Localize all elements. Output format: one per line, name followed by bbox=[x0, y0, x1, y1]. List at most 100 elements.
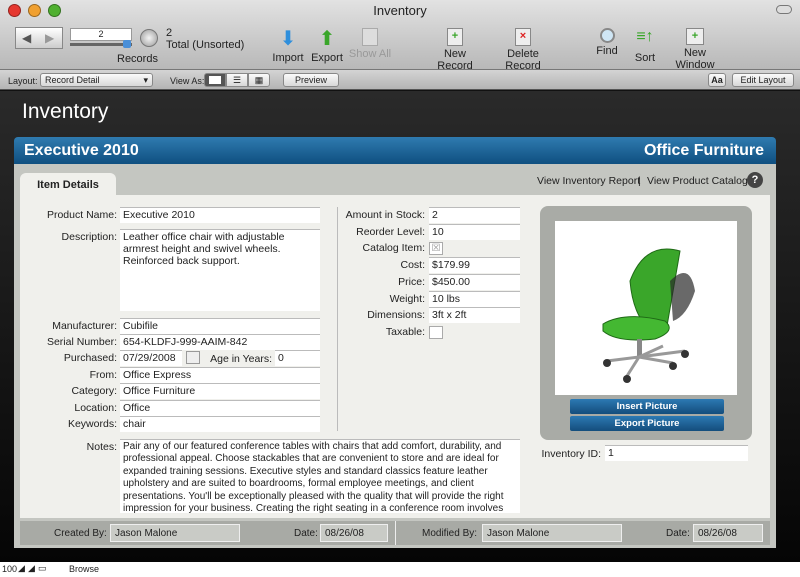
form-view-icon bbox=[209, 76, 221, 84]
new-record-icon: + bbox=[447, 28, 463, 46]
inventory-id-label: Inventory ID: bbox=[541, 448, 601, 460]
view-as-list-button[interactable]: ☰ bbox=[226, 73, 248, 87]
modified-by-label: Modified By: bbox=[422, 528, 478, 539]
status-bar: 100 ◢ ◢ ▭ Browse bbox=[0, 562, 800, 577]
category-field[interactable]: Office Furniture bbox=[120, 383, 320, 399]
mode-indicator: Browse bbox=[69, 564, 100, 574]
cost-label: Cost: bbox=[400, 259, 425, 272]
age-in-years-label: Age in Years: bbox=[210, 353, 272, 365]
new-window-label: New Window bbox=[675, 47, 715, 71]
dimensions-field[interactable]: 3ft x 2ft bbox=[429, 307, 520, 324]
preview-button[interactable]: Preview bbox=[283, 73, 339, 87]
serial-number-field[interactable]: 654-KLDFJ-999-AAIM-842 bbox=[120, 334, 320, 350]
previous-record-icon[interactable]: ◀ bbox=[22, 31, 31, 45]
product-name-field[interactable]: Executive 2010 bbox=[120, 207, 320, 223]
new-window-button[interactable]: + New Window bbox=[664, 28, 726, 71]
view-inventory-report-link[interactable]: View Inventory Report bbox=[537, 175, 640, 187]
calendar-icon[interactable] bbox=[186, 351, 200, 364]
new-record-button[interactable]: + New Record bbox=[426, 28, 484, 72]
product-picture[interactable] bbox=[555, 221, 737, 395]
view-product-catalog-link[interactable]: View Product Catalog bbox=[647, 175, 748, 187]
sort-icon: ≡↑ bbox=[636, 28, 654, 45]
dropdown-arrow-icon: ▾ bbox=[143, 75, 148, 85]
modified-date-field: 08/26/08 bbox=[693, 524, 763, 542]
catalog-item-checkbox[interactable]: ☒ bbox=[429, 242, 443, 256]
delete-record-button[interactable]: × Delete Record bbox=[490, 28, 556, 72]
slider-thumb[interactable] bbox=[123, 40, 131, 48]
reorder-level-field[interactable]: 10 bbox=[429, 223, 520, 240]
total-unsorted: Total (Unsorted) bbox=[166, 39, 245, 51]
category-label: Category: bbox=[71, 385, 117, 397]
import-arrow-icon: ⬇ bbox=[279, 28, 297, 50]
sort-button[interactable]: ≡↑ Sort bbox=[632, 28, 658, 64]
location-field[interactable]: Office bbox=[120, 400, 320, 416]
layout-label: Layout: bbox=[8, 76, 38, 86]
show-all-button[interactable]: Show All bbox=[348, 28, 392, 60]
toggle-status-toolbar-icon[interactable]: ▭ bbox=[38, 563, 47, 574]
created-by-label: Created By: bbox=[54, 528, 107, 539]
view-as-form-button[interactable] bbox=[204, 73, 226, 87]
inventory-id-field[interactable]: 1 bbox=[605, 445, 748, 461]
layout-bar: Layout: Record Detail ▾ View As: ☰ ▦ Prev… bbox=[0, 70, 800, 90]
dimensions-label: Dimensions: bbox=[367, 309, 425, 322]
manufacturer-field[interactable]: Cubifile bbox=[120, 318, 320, 334]
export-label: Export bbox=[311, 52, 343, 64]
product-heading: Executive 2010 bbox=[24, 142, 139, 159]
show-all-label: Show All bbox=[348, 48, 392, 60]
new-window-icon: + bbox=[686, 28, 704, 45]
footer-divider bbox=[395, 521, 396, 545]
toolbar-toggle-button[interactable] bbox=[776, 5, 792, 14]
zoom-level[interactable]: 100 bbox=[2, 564, 17, 574]
link-separator: | bbox=[638, 175, 641, 187]
text-formatting-button[interactable]: Aa bbox=[708, 73, 726, 87]
next-record-icon[interactable]: ▶ bbox=[45, 31, 54, 45]
window-title: Inventory bbox=[373, 3, 427, 18]
from-field[interactable]: Office Express bbox=[120, 367, 320, 383]
modified-by-field: Jason Malone bbox=[482, 524, 622, 542]
help-button[interactable]: ? bbox=[747, 172, 763, 188]
record-book-navigator[interactable]: ◀ ▶ bbox=[15, 27, 63, 49]
export-button[interactable]: ⬆ Export bbox=[309, 28, 345, 64]
delete-record-icon: × bbox=[515, 28, 531, 46]
sort-label: Sort bbox=[634, 52, 656, 64]
amount-in-stock-field[interactable]: 2 bbox=[429, 207, 520, 223]
insert-picture-button[interactable]: Insert Picture bbox=[570, 399, 724, 414]
magnifier-icon bbox=[599, 28, 615, 43]
import-button[interactable]: ⬇ Import bbox=[270, 28, 306, 64]
edit-layout-button[interactable]: Edit Layout bbox=[732, 73, 794, 87]
tab-item-details[interactable]: Item Details bbox=[20, 173, 116, 196]
purchased-label: Purchased: bbox=[63, 352, 117, 364]
weight-field[interactable]: 10 lbs bbox=[429, 290, 520, 307]
zoom-in-icon[interactable]: ◢ bbox=[28, 563, 35, 574]
view-as-label: View As: bbox=[170, 76, 205, 86]
view-as-table-button[interactable]: ▦ bbox=[248, 73, 270, 87]
purchased-field[interactable]: 07/29/2008 bbox=[120, 350, 182, 366]
list-view-icon: ☰ bbox=[232, 75, 242, 85]
notes-field[interactable]: Pair any of our featured conference tabl… bbox=[120, 439, 520, 513]
amount-in-stock-label: Amount in Stock: bbox=[345, 209, 425, 221]
price-field[interactable]: $450.00 bbox=[429, 273, 520, 290]
cost-field[interactable]: $179.99 bbox=[429, 257, 520, 274]
record-header: Executive 2010 Office Furniture bbox=[14, 137, 776, 164]
description-field[interactable]: Leather office chair with adjustable arm… bbox=[120, 229, 320, 311]
age-in-years-field[interactable]: 0 bbox=[275, 350, 320, 366]
serial-number-label: Serial Number: bbox=[46, 336, 117, 348]
created-date-label: Date: bbox=[294, 528, 318, 539]
record-footer: Created By: Jason Malone Date: 08/26/08 … bbox=[20, 521, 770, 545]
records-label: Records bbox=[117, 53, 158, 65]
reorder-level-label: Reorder Level: bbox=[356, 225, 425, 238]
taxable-checkbox[interactable] bbox=[429, 325, 443, 339]
record-number-input[interactable]: 2 bbox=[70, 28, 132, 41]
delete-record-label: Delete Record bbox=[505, 48, 541, 72]
notes-label: Notes: bbox=[86, 441, 117, 453]
zoom-out-icon[interactable]: ◢ bbox=[18, 563, 25, 574]
window-titlebar: Inventory ◀ ▶ 2 2 Total (Unsorted) Recor… bbox=[0, 0, 800, 72]
find-button[interactable]: Find bbox=[594, 28, 620, 57]
manufacturer-label: Manufacturer: bbox=[52, 320, 117, 332]
export-picture-button[interactable]: Export Picture bbox=[570, 416, 724, 431]
layout-select[interactable]: Record Detail ▾ bbox=[40, 73, 153, 87]
created-by-field: Jason Malone bbox=[110, 524, 240, 542]
import-label: Import bbox=[272, 52, 304, 64]
keywords-field[interactable]: chair bbox=[120, 416, 320, 432]
price-label: Price: bbox=[398, 275, 425, 288]
